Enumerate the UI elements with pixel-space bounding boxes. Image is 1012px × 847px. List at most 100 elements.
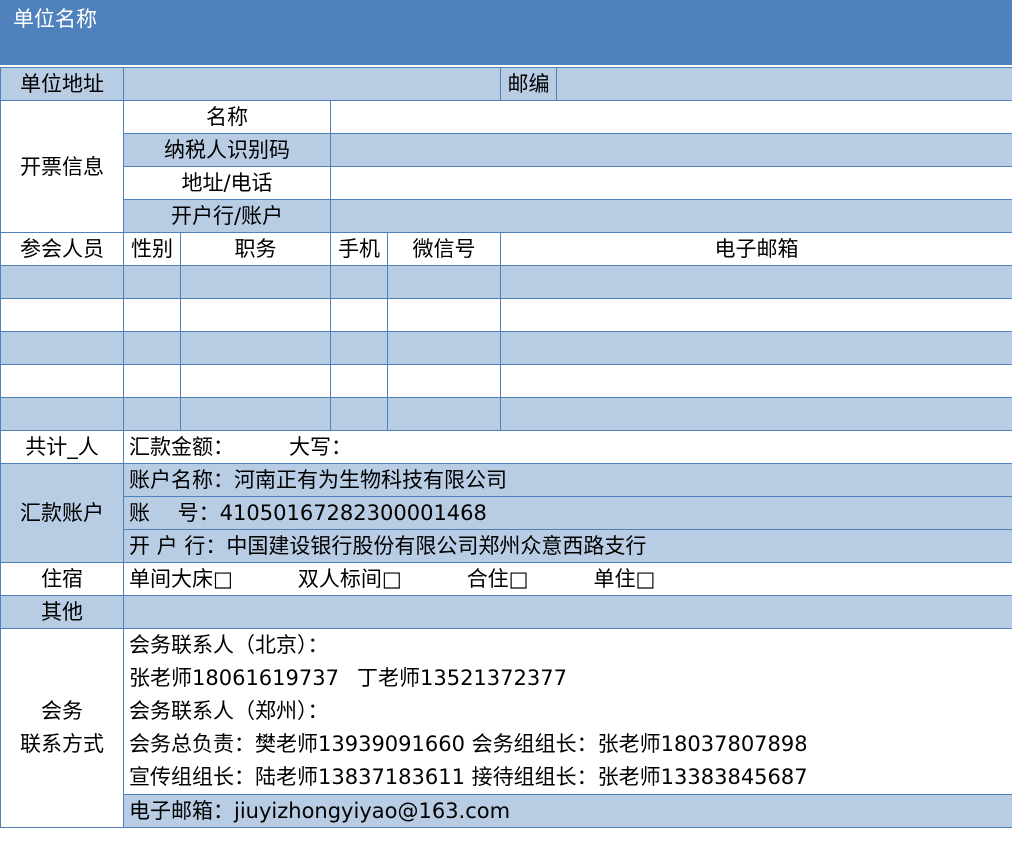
attendee-cell[interactable] (500, 265, 1012, 299)
attendees-header-row: 参会人员 性别 职务 手机 微信号 电子邮箱 (0, 232, 1012, 266)
remit-account-number: 账 号：41050167282300001468 (123, 496, 1012, 530)
registration-form-table: 单位地址 邮编 开票信息 名称 纳税人识别码 地址/电话 开户行/账户 参会人员… (0, 67, 1012, 828)
attendee-cell[interactable] (500, 397, 1012, 431)
zhengzhou-staff: 宣传组组长：陆老师13837183611 接待组组长：张老师1338384568… (129, 761, 1007, 794)
lodging-row: 住宿 单间大床□ 双人标间□ 合住□ 单住□ (0, 562, 1012, 596)
page-title: 单位名称 (13, 7, 97, 31)
invoice-row-bank: 开户行/账户 (0, 199, 1012, 233)
group-lead: 会务组组长：张老师18037807898 (471, 732, 808, 756)
capital-amount-label: 大写： (289, 435, 352, 459)
remit-account-name: 账户名称：河南正有为生物科技有限公司 (123, 463, 1012, 497)
col-email: 电子邮箱 (500, 232, 1012, 266)
other-row: 其他 (0, 595, 1012, 629)
attendee-cell[interactable] (0, 298, 124, 332)
contact-row: 会务 联系方式 会务联系人（北京）： 张老师18061619737 丁老师1352… (0, 628, 1012, 828)
invoice-row-taxid: 纳税人识别码 (0, 133, 1012, 167)
attendee-cell[interactable] (123, 397, 181, 431)
col-gender: 性别 (123, 232, 181, 266)
attendee-cell[interactable] (330, 331, 388, 365)
lodging-option-shared[interactable]: 合住□ (467, 567, 529, 591)
remit-row-number: 账 号：41050167282300001468 (0, 496, 1012, 530)
attendee-row (0, 298, 1012, 332)
attendee-cell[interactable] (180, 364, 331, 398)
invoice-taxid-label: 纳税人识别码 (123, 133, 331, 167)
header-banner: 单位名称 (0, 0, 1012, 65)
beijing-contact-1: 张老师18061619737 (129, 666, 339, 690)
remit-row-name: 汇款账户 账户名称：河南正有为生物科技有限公司 (0, 463, 1012, 563)
attendee-cell[interactable] (123, 298, 181, 332)
attendee-cell[interactable] (500, 331, 1012, 365)
publicity-lead: 宣传组组长：陆老师13837183611 (129, 765, 465, 789)
col-position: 职务 (180, 232, 331, 266)
invoice-row-name: 开票信息 名称 (0, 100, 1012, 233)
amount-cell[interactable]: 汇款金额： 大写： (123, 430, 1012, 464)
address-label: 单位地址 (0, 67, 124, 101)
attendee-cell[interactable] (330, 265, 388, 299)
beijing-contacts: 张老师18061619737 丁老师13521372377 (129, 662, 1007, 695)
invoice-address-phone-field[interactable] (330, 166, 1012, 200)
attendee-row (0, 397, 1012, 431)
attendee-cell[interactable] (123, 265, 181, 299)
attendee-cell[interactable] (180, 331, 331, 365)
contact-label: 会务 联系方式 (0, 628, 124, 828)
contact-label-line2: 联系方式 (20, 732, 104, 756)
invoice-bank-label: 开户行/账户 (123, 199, 331, 233)
attendee-row (0, 364, 1012, 398)
invoice-taxid-field[interactable] (330, 133, 1012, 167)
attendee-cell[interactable] (387, 331, 501, 365)
postcode-field[interactable] (556, 67, 1012, 101)
invoice-row-address-phone: 地址/电话 (0, 166, 1012, 200)
attendee-cell[interactable] (0, 265, 124, 299)
attendee-cell[interactable] (500, 298, 1012, 332)
total-row: 共计_人 汇款金额： 大写： (0, 430, 1012, 464)
attendee-cell[interactable] (0, 364, 124, 398)
meeting-lead: 会务总负责：樊老师13939091660 (129, 732, 465, 756)
postcode-label: 邮编 (500, 67, 557, 101)
contact-details: 会务联系人（北京）： 张老师18061619737 丁老师13521372377 … (123, 628, 1012, 795)
remit-label: 汇款账户 (0, 463, 124, 563)
zhengzhou-contact-title: 会务联系人（郑州）： (129, 699, 329, 723)
beijing-contact-title: 会务联系人（北京）： (129, 633, 329, 657)
invoice-label: 开票信息 (0, 100, 124, 233)
attendee-cell[interactable] (0, 397, 124, 431)
contact-label-line1: 会务 (41, 699, 83, 723)
col-mobile: 手机 (330, 232, 388, 266)
remit-row-bank: 开 户 行：中国建设银行股份有限公司郑州众意西路支行 (0, 529, 1012, 563)
address-field[interactable] (123, 67, 501, 101)
amount-label: 汇款金额： (129, 435, 234, 459)
attendee-cell[interactable] (387, 265, 501, 299)
contact-email-row: 电子邮箱：jiuyizhongyiyao@163.com (0, 794, 1012, 828)
invoice-name-label: 名称 (123, 100, 331, 134)
attendee-cell[interactable] (180, 265, 331, 299)
lodging-option-twin[interactable]: 双人标间□ (298, 567, 402, 591)
zhengzhou-leads: 会务总负责：樊老师13939091660 会务组组长：张老师1803780789… (129, 728, 1007, 761)
invoice-address-phone-label: 地址/电话 (123, 166, 331, 200)
attendee-row (0, 265, 1012, 299)
attendee-cell[interactable] (330, 298, 388, 332)
invoice-name-field[interactable] (330, 100, 1012, 134)
attendee-cell[interactable] (330, 364, 388, 398)
other-field[interactable] (123, 595, 1012, 629)
attendee-cell[interactable] (387, 397, 501, 431)
lodging-option-king[interactable]: 单间大床□ (129, 567, 233, 591)
attendee-cell[interactable] (500, 364, 1012, 398)
col-wechat: 微信号 (387, 232, 501, 266)
lodging-label: 住宿 (0, 562, 124, 596)
invoice-bank-field[interactable] (330, 199, 1012, 233)
attendee-cell[interactable] (180, 397, 331, 431)
attendee-cell[interactable] (330, 397, 388, 431)
attendee-cell[interactable] (387, 364, 501, 398)
address-row: 单位地址 邮编 (0, 67, 1012, 101)
lodging-options: 单间大床□ 双人标间□ 合住□ 单住□ (123, 562, 1012, 596)
attendee-cell[interactable] (180, 298, 331, 332)
attendee-cell[interactable] (0, 331, 124, 365)
other-label: 其他 (0, 595, 124, 629)
contact-email: 电子邮箱：jiuyizhongyiyao@163.com (123, 794, 1012, 828)
attendee-cell[interactable] (123, 364, 181, 398)
reception-lead: 接待组组长：张老师13383845687 (471, 765, 808, 789)
attendee-cell[interactable] (123, 331, 181, 365)
total-label: 共计_人 (0, 430, 124, 464)
attendee-cell[interactable] (387, 298, 501, 332)
beijing-contact-2: 丁老师13521372377 (356, 666, 567, 690)
lodging-option-single[interactable]: 单住□ (594, 567, 656, 591)
